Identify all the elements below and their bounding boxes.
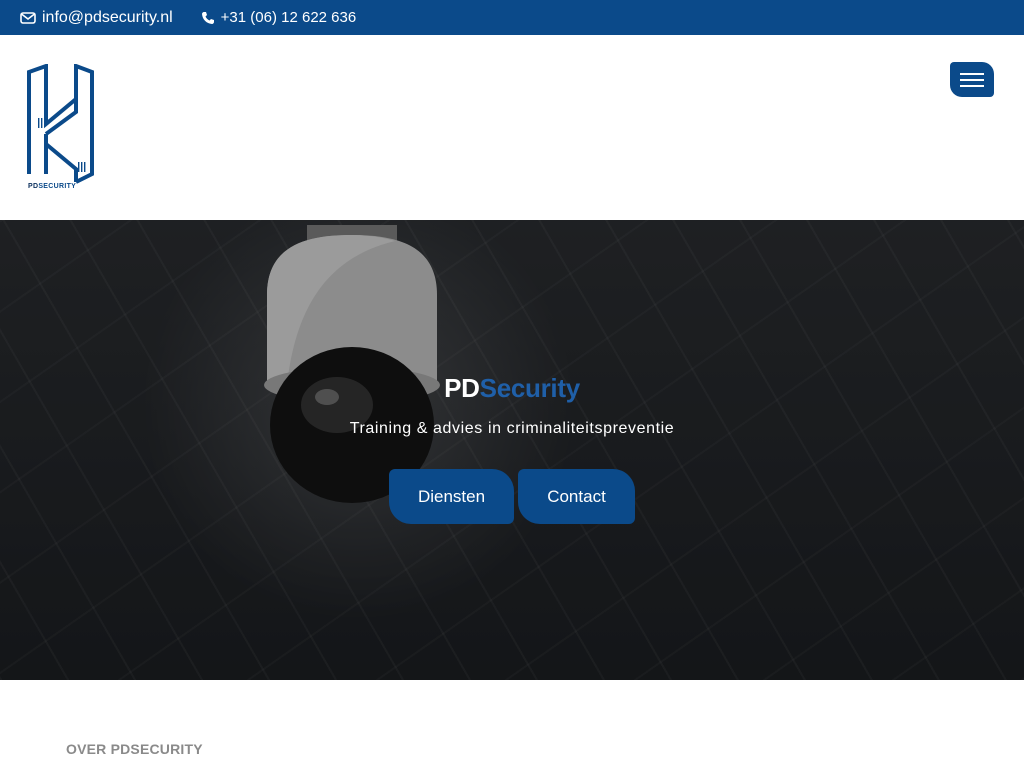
about-section-heading: OVER PDSECURITY bbox=[66, 741, 203, 757]
email-link[interactable]: info@pdsecurity.nl bbox=[42, 9, 173, 27]
pdsecurity-logo[interactable] bbox=[24, 64, 98, 194]
hero-buttons: Diensten Contact bbox=[389, 469, 635, 524]
site-header: PDSECURITY bbox=[0, 35, 1024, 220]
logo-wordmark: PDSECURITY bbox=[28, 183, 76, 190]
logo-wordmark-security: SECURITY bbox=[38, 183, 77, 190]
hamburger-icon-line bbox=[960, 78, 984, 81]
hero-title: PDSecurity bbox=[0, 373, 1024, 404]
hero-title-security: Security bbox=[479, 373, 581, 403]
hamburger-icon bbox=[960, 72, 984, 75]
email-contact[interactable]: info@pdsecurity.nl bbox=[20, 9, 173, 27]
envelope-icon bbox=[20, 11, 36, 24]
hero-dark-overlay bbox=[0, 220, 1024, 680]
phone-icon bbox=[201, 11, 215, 25]
hero-tagline: Training & advies in criminaliteitspreve… bbox=[349, 420, 675, 437]
hero-title-pd: PD bbox=[444, 373, 480, 403]
hero-section: PDSecurity Training & advies in criminal… bbox=[0, 220, 1024, 680]
phone-link[interactable]: +31 (06) 12 622 636 bbox=[221, 9, 357, 26]
menu-toggle-button[interactable] bbox=[950, 62, 994, 97]
phone-contact[interactable]: +31 (06) 12 622 636 bbox=[201, 9, 357, 26]
top-contact-bar: info@pdsecurity.nl +31 (06) 12 622 636 bbox=[0, 0, 1024, 35]
hamburger-icon-line bbox=[960, 84, 984, 87]
logo-wordmark-pd: PD bbox=[28, 183, 39, 190]
contact-button[interactable]: Contact bbox=[518, 469, 635, 524]
diensten-button[interactable]: Diensten bbox=[389, 469, 514, 524]
